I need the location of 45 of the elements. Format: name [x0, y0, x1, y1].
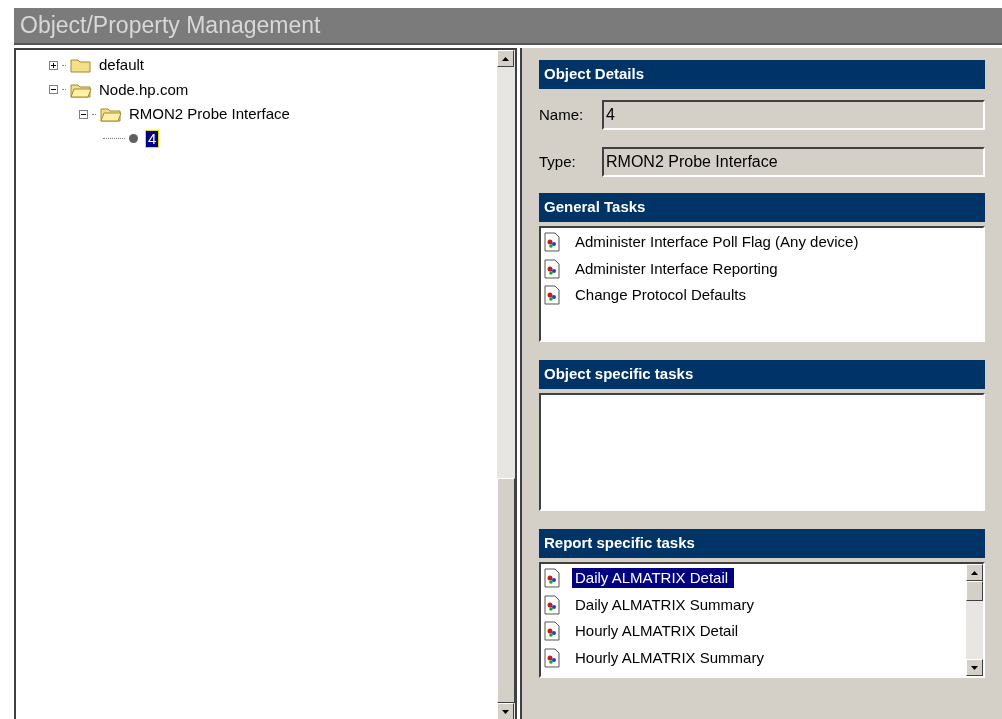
- text-field[interactable]: RMON2 Probe Interface: [602, 147, 985, 177]
- folder-icon: [70, 81, 92, 98]
- down-arrow-icon: [502, 709, 509, 714]
- folder-icon: [70, 57, 92, 74]
- scroll-down-button[interactable]: [497, 703, 514, 719]
- tree-item[interactable]: 4: [146, 130, 159, 147]
- section-header: Report specific tasks: [539, 529, 985, 558]
- tree-item[interactable]: Node.hp.com: [97, 81, 191, 98]
- section-header: General Tasks: [539, 193, 985, 222]
- tree-item[interactable]: RMON2 Probe Interface: [127, 106, 292, 123]
- task-item[interactable]: Hourly ALMATRIX Detail: [575, 621, 739, 642]
- down-arrow-icon: [971, 665, 978, 670]
- up-arrow-icon: [971, 570, 978, 575]
- collapse-toggle[interactable]: [49, 85, 58, 95]
- window-title: Object/Property Management: [20, 11, 321, 41]
- collapse-toggle[interactable]: [79, 109, 88, 119]
- task-item[interactable]: Administer Interface Poll Flag (Any device): [575, 232, 859, 253]
- scroll-down-button[interactable]: [966, 659, 983, 676]
- folder-icon: [100, 106, 122, 123]
- scroll-thumb[interactable]: [497, 478, 515, 703]
- scroll-up-button[interactable]: [966, 564, 983, 581]
- tree-item[interactable]: default: [97, 57, 147, 74]
- document-icon: [544, 594, 560, 615]
- document-icon: [544, 285, 560, 306]
- task-item[interactable]: Hourly ALMATRIX Summary: [575, 647, 764, 668]
- document-icon: [544, 258, 560, 279]
- task-item[interactable]: Daily ALMATRIX Detail: [572, 568, 735, 589]
- up-arrow-icon: [502, 56, 509, 61]
- document-icon: [544, 232, 560, 253]
- task-item[interactable]: Daily ALMATRIX Summary: [575, 594, 754, 615]
- document-icon: [544, 647, 560, 668]
- expand-toggle[interactable]: [49, 60, 58, 70]
- task-item[interactable]: Administer Interface Reporting: [575, 258, 778, 279]
- section-header: Object specific tasks: [539, 360, 985, 389]
- document-icon: [544, 568, 560, 589]
- document-icon: [544, 621, 560, 642]
- field-label: Type:: [539, 151, 577, 172]
- task-item[interactable]: Change Protocol Defaults: [575, 285, 746, 306]
- section-header: Object Details: [539, 60, 985, 89]
- scrollbar[interactable]: [497, 50, 515, 719]
- field-label: Name:: [539, 104, 585, 125]
- scroll-thumb[interactable]: [966, 581, 983, 601]
- scroll-up-button[interactable]: [497, 50, 514, 67]
- scrollbar[interactable]: [966, 564, 983, 676]
- text-field[interactable]: 4: [602, 100, 985, 130]
